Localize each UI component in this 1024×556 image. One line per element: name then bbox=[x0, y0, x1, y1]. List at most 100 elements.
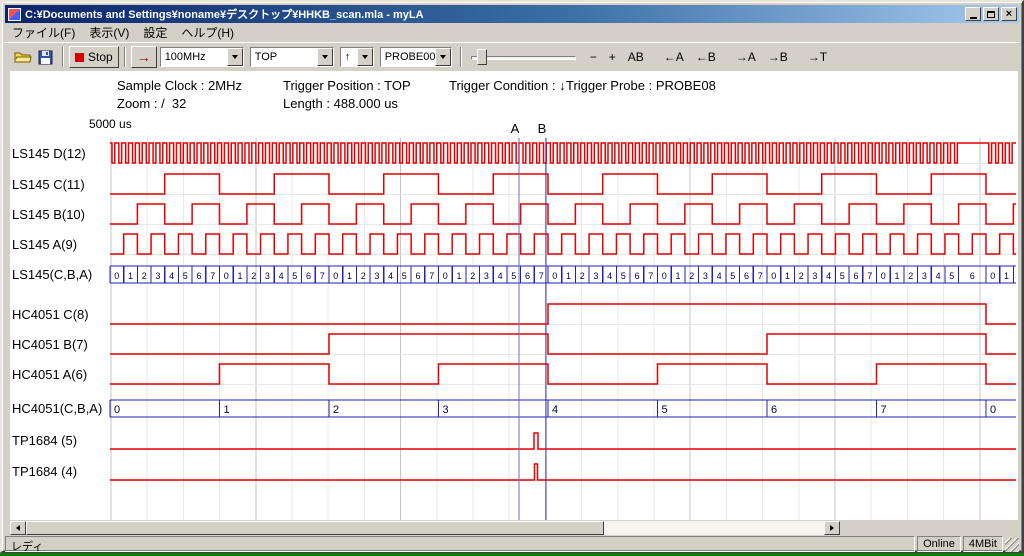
zoom-in-button[interactable]: + bbox=[603, 46, 622, 68]
sample-clock-text: Sample Clock : 2MHz bbox=[117, 78, 242, 93]
channel-ls145-c-b-a: LS145(C,B,A)0123456701234567012345670123… bbox=[12, 266, 1016, 283]
bus-value: 5 bbox=[183, 271, 188, 281]
channel-label-tp1684-5[interactable]: TP1684 (5) bbox=[12, 433, 77, 448]
app-icon bbox=[8, 8, 21, 21]
open-button[interactable] bbox=[11, 46, 34, 68]
bus-value: 3 bbox=[443, 404, 449, 416]
channel-label-ls145-a-9[interactable]: LS145 A(9) bbox=[12, 237, 77, 252]
waveform-ls145-b-10 bbox=[110, 204, 1016, 224]
maximize-icon bbox=[987, 11, 995, 18]
bus-value: 4 bbox=[607, 271, 612, 281]
plot-grid bbox=[110, 138, 1016, 520]
sample-clock-combo[interactable]: 100MHz bbox=[160, 47, 244, 67]
waveform-plot[interactable]: 5000 us LS145 D(12) LS145 C(11) LS145 B(10)… bbox=[10, 110, 1018, 520]
bus-value: 3 bbox=[265, 271, 270, 281]
bus-value: 1 bbox=[566, 271, 571, 281]
cursor-a[interactable]: A bbox=[511, 121, 520, 520]
trigger-edge-combo-value: ↑ bbox=[341, 48, 357, 66]
menubar: ファイル(F) 表示(V) 設定 ヘルプ(H) bbox=[5, 23, 1019, 42]
run-button[interactable]: → bbox=[131, 46, 157, 68]
open-folder-icon bbox=[14, 50, 32, 64]
channel-label-ls145-d-12[interactable]: LS145 D(12) bbox=[12, 146, 86, 161]
bus-value: 5 bbox=[621, 271, 626, 281]
bus-value: 2 bbox=[251, 271, 256, 281]
save-button[interactable] bbox=[34, 46, 57, 68]
status-online: Online bbox=[917, 536, 961, 552]
channel-label-hc4051-c-8[interactable]: HC4051 C(8) bbox=[12, 307, 89, 322]
trigger-position-combo-value: TOP bbox=[251, 48, 317, 66]
channel-label-hc4051-a-6[interactable]: HC4051 A(6) bbox=[12, 367, 87, 382]
bus-value: 2 bbox=[908, 271, 913, 281]
bus-value: 2 bbox=[470, 271, 475, 281]
bus-value: 2 bbox=[580, 271, 585, 281]
channel-label-ls145-c-b-a[interactable]: LS145(C,B,A) bbox=[12, 267, 92, 282]
trigger-probe-combo-value: PROBE00 bbox=[381, 48, 435, 66]
bus-value: 0 bbox=[771, 271, 776, 281]
bus-value: 0 bbox=[114, 404, 120, 416]
statusbar: レディ Online 4MBit bbox=[5, 536, 1019, 552]
channel-label-hc4051-b-7[interactable]: HC4051 B(7) bbox=[12, 337, 88, 352]
horizontal-scrollbar[interactable] bbox=[10, 521, 840, 535]
menu-help[interactable]: ヘルプ(H) bbox=[174, 22, 241, 43]
titlebar[interactable]: C:¥Documents and Settings¥noname¥デスクトップ¥… bbox=[5, 5, 1019, 23]
bus-value: 7 bbox=[881, 404, 887, 416]
run-arrow-icon: → bbox=[137, 50, 151, 64]
trigger-probe-text: Trigger Probe : PROBE08 bbox=[566, 78, 716, 93]
slider-thumb[interactable] bbox=[477, 49, 487, 65]
resize-grip[interactable] bbox=[1005, 538, 1019, 552]
channel-ls145-c-11: LS145 C(11) bbox=[12, 174, 1016, 194]
waveform-ls145-c-11 bbox=[110, 174, 1016, 194]
bus-value: 1 bbox=[675, 271, 680, 281]
bus-value: 1 bbox=[785, 271, 790, 281]
waveform-ls145-d-12 bbox=[110, 143, 1016, 163]
bus-value: 1 bbox=[1004, 271, 1009, 281]
combo-dropdown-icon[interactable] bbox=[227, 48, 243, 66]
ab-range-button[interactable]: AB bbox=[622, 46, 650, 68]
bus-value: 6 bbox=[634, 271, 639, 281]
scroll-left-button[interactable] bbox=[10, 521, 26, 535]
move-right-to-a-button[interactable]: →A bbox=[730, 46, 762, 68]
trigger-position-combo[interactable]: TOP bbox=[250, 47, 334, 67]
bus-value: 7 bbox=[648, 271, 653, 281]
move-right-to-b-button[interactable]: →B bbox=[762, 46, 794, 68]
zoom-slider[interactable] bbox=[471, 47, 576, 67]
bus-value: 5 bbox=[402, 271, 407, 281]
channel-tp1684-4: TP1684 (4) bbox=[12, 464, 1016, 480]
channel-label-ls145-c-11[interactable]: LS145 C(11) bbox=[12, 177, 85, 192]
bus-value: 4 bbox=[498, 271, 503, 281]
app-window: C:¥Documents and Settings¥noname¥デスクトップ¥… bbox=[0, 0, 1024, 553]
close-button[interactable]: × bbox=[1001, 7, 1017, 21]
scrollbar-thumb[interactable] bbox=[26, 521, 604, 535]
bus-value: 2 bbox=[689, 271, 694, 281]
window-title: C:¥Documents and Settings¥noname¥デスクトップ¥… bbox=[25, 6, 963, 22]
bus-value: 0 bbox=[881, 271, 886, 281]
maximize-button[interactable] bbox=[983, 7, 999, 21]
combo-dropdown-icon[interactable] bbox=[357, 48, 373, 66]
move-left-to-a-button[interactable]: ←A bbox=[658, 46, 690, 68]
combo-dropdown-icon[interactable] bbox=[317, 48, 333, 66]
menu-file[interactable]: ファイル(F) bbox=[5, 22, 82, 43]
channel-label-tp1684-4[interactable]: TP1684 (4) bbox=[12, 464, 77, 479]
channel-label-hc4051-c-b-a[interactable]: HC4051(C,B,A) bbox=[12, 401, 102, 416]
sample-clock-combo-value: 100MHz bbox=[161, 48, 227, 66]
bus-value: 5 bbox=[730, 271, 735, 281]
combo-dropdown-icon[interactable] bbox=[435, 48, 451, 66]
menu-settings[interactable]: 設定 bbox=[136, 22, 174, 43]
minimize-icon bbox=[970, 17, 977, 19]
trigger-probe-combo[interactable]: PROBE00 bbox=[380, 47, 452, 67]
bus-value: 0 bbox=[443, 271, 448, 281]
bus-value: 6 bbox=[415, 271, 420, 281]
minimize-button[interactable] bbox=[965, 7, 981, 21]
channel-label-ls145-b-10[interactable]: LS145 B(10) bbox=[12, 207, 85, 222]
menu-view[interactable]: 表示(V) bbox=[82, 22, 136, 43]
move-left-to-b-button[interactable]: ←B bbox=[690, 46, 722, 68]
toolbar-separator bbox=[62, 47, 64, 67]
trigger-edge-combo[interactable]: ↑ bbox=[340, 47, 374, 67]
scroll-right-button[interactable] bbox=[824, 521, 840, 535]
jump-to-trigger-button[interactable]: →T bbox=[802, 46, 833, 68]
timebase-label: 5000 us bbox=[89, 117, 132, 131]
stop-button[interactable]: Stop bbox=[69, 46, 119, 68]
zoom-out-button[interactable]: − bbox=[584, 46, 603, 68]
bus-value: 0 bbox=[333, 271, 338, 281]
bus-value: 2 bbox=[799, 271, 804, 281]
